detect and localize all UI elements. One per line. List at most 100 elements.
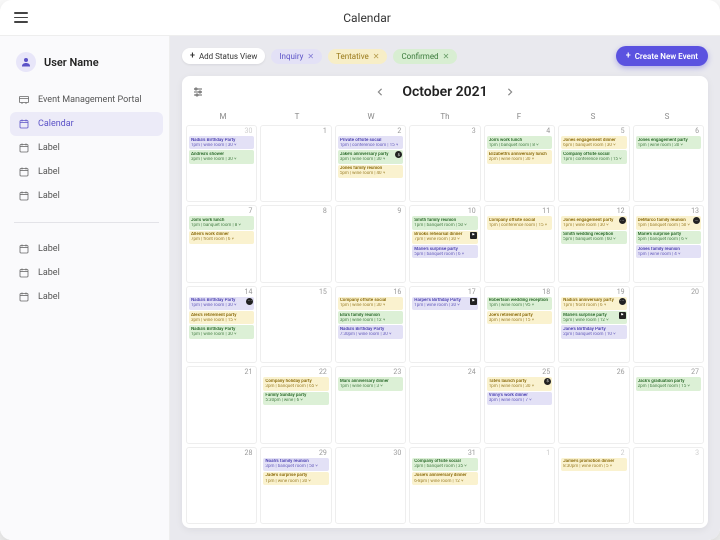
event-confirmed[interactable]: Jon's work lunch1pm | banquet room | 8 ⑂ [189, 216, 254, 229]
event-confirmed[interactable]: Marie's surprise party5pm | wine room | … [561, 311, 626, 324]
calendar-cell[interactable]: 16Company offsite social1pm | wine room … [335, 286, 406, 363]
calendar-cell[interactable]: 17Harper's Birthday Party1pm | wine room… [409, 286, 480, 363]
event-tentative[interactable]: Tate's launch party1pm | wine room | 30 … [487, 377, 552, 390]
event-tentative[interactable]: DeMarco family reunion1pm | banquet room… [636, 216, 701, 229]
event-confirmed[interactable]: Jones engagement party1pm | wine room | … [636, 136, 701, 149]
calendar-cell[interactable]: 4Jon's work lunch1pm | banquet room | 8 … [484, 125, 555, 202]
event-confirmed[interactable]: Andrea's shower3pm | wine room | 30 ⑂ [189, 150, 254, 163]
calendar-cell[interactable]: 20 [633, 286, 704, 363]
event-confirmed[interactable]: Smith family reunion1pm | banquet room |… [412, 216, 477, 229]
calendar-cell[interactable]: 30Nadia's Birthday Party1pm | wine room … [186, 125, 257, 202]
sidebar-item-label[interactable]: Label [10, 237, 163, 261]
sidebar-item-label[interactable]: Label [10, 285, 163, 309]
event-confirmed[interactable]: Jake's anniversary party3pm | wine room … [338, 150, 403, 163]
prev-month-icon[interactable] [376, 88, 384, 96]
calendar-cell[interactable]: 2Jamie's promotion dinner8:30pm | wine r… [558, 447, 629, 524]
event-inquiry[interactable]: Harper's Birthday Party1pm | wine room |… [412, 297, 477, 310]
calendar-cell[interactable]: 6Jones engagement party1pm | wine room |… [633, 125, 704, 202]
event-confirmed[interactable]: Company offsite social3pm | banquet room… [412, 458, 477, 471]
calendar-cell[interactable]: 23Mai's anniversary dinner1pm | wine roo… [335, 366, 406, 443]
event-confirmed[interactable]: Smith wedding reception5pm | banquet roo… [561, 231, 626, 244]
event-inquiry[interactable]: Jones family reunion1pm | wine room | 4 … [636, 245, 701, 258]
close-icon[interactable]: ✕ [373, 52, 380, 61]
calendar-cell[interactable]: 10Smith family reunion1pm | banquet room… [409, 205, 480, 282]
calendar-cell[interactable]: 15 [260, 286, 331, 363]
event-tentative[interactable]: Alex's retirement party3pm | wine room |… [189, 311, 254, 324]
event-tentative[interactable]: Jones engagement dinner6pm | banquet roo… [561, 136, 626, 149]
event-inquiry[interactable]: Nadia's Birthday Party7:30pm | wine room… [338, 325, 403, 338]
create-event-button[interactable]: + Create New Event [616, 46, 708, 66]
sidebar-item-calendar[interactable]: Calendar [10, 112, 163, 136]
filter-settings-icon[interactable] [192, 86, 204, 98]
event-tentative[interactable]: Company holiday party3pm | banquet room … [263, 377, 328, 390]
event-tentative[interactable]: Jones engagement party1pm | wine room | … [561, 216, 626, 229]
event-inquiry[interactable]: Jane's Birthday Party2pm | banquet room … [561, 325, 626, 338]
calendar-cell[interactable]: 13DeMarco family reunion1pm | banquet ro… [633, 205, 704, 282]
event-inquiry[interactable]: Vinny's work dinner3pm | wine room | 7 ⑂ [487, 392, 552, 405]
calendar-cell[interactable]: 25Tate's launch party1pm | wine room | 3… [484, 366, 555, 443]
event-tentative[interactable]: Company offsite social1pm | wine room | … [338, 297, 403, 310]
event-tentative[interactable]: Nadia's anniversary party1pm | front roo… [561, 297, 626, 310]
calendar-cell[interactable]: 11Company offsite social1pm | conference… [484, 205, 555, 282]
calendar-cell[interactable]: 30 [335, 447, 406, 524]
event-tentative[interactable]: Brooks rehearsal dinner7pm | wine room |… [412, 231, 477, 244]
calendar-cell[interactable]: 2Private offsite social1pm | conference … [335, 125, 406, 202]
calendar-cell[interactable]: 28 [186, 447, 257, 524]
event-tentative[interactable]: Elizabeth's anniversary lunch2pm | wine … [487, 150, 552, 163]
sidebar-item-label[interactable]: Label [10, 136, 163, 160]
calendar-cell[interactable]: 5Jones engagement dinner6pm | banquet ro… [558, 125, 629, 202]
event-inquiry[interactable]: Marie's surprise party5pm | banquet room… [412, 245, 477, 258]
calendar-cell[interactable]: 9 [335, 205, 406, 282]
sidebar-item-label[interactable]: Label [10, 261, 163, 285]
filter-inquiry[interactable]: Inquiry ✕ [271, 49, 322, 64]
user-block[interactable]: User Name [10, 48, 163, 76]
event-confirmed[interactable]: Jack's graduation party2pm | banquet roo… [636, 377, 701, 390]
event-confirmed[interactable]: Jon's work lunch1pm | banquet room | 8 ⑂ [487, 136, 552, 149]
event-confirmed[interactable]: Marie's surprise party5pm | banquet room… [636, 231, 701, 244]
sidebar-item-label[interactable]: Label [10, 184, 163, 208]
filter-confirmed[interactable]: Confirmed ✕ [393, 49, 457, 64]
close-icon[interactable]: ✕ [443, 52, 450, 61]
event-tentative[interactable]: Josie's anniversary dinner6-8pm | wine r… [412, 472, 477, 485]
calendar-cell[interactable]: 18Robertson wedding reception1pm | wine … [484, 286, 555, 363]
calendar-cell[interactable]: 3 [633, 447, 704, 524]
next-month-icon[interactable] [506, 88, 514, 96]
event-tentative[interactable]: Company offsite social1pm | conference r… [487, 216, 552, 229]
event-confirmed[interactable]: Robertson wedding reception1pm | wine ro… [487, 297, 552, 310]
sidebar-item-event-management-portal[interactable]: Event Management Portal [10, 88, 163, 112]
calendar-cell[interactable]: 21 [186, 366, 257, 443]
calendar-cell[interactable]: 24 [409, 366, 480, 443]
event-inquiry[interactable]: Noah's family reunion3pm | banquet room … [263, 458, 328, 471]
event-inquiry[interactable]: Nadia's Birthday Party1pm | wine room | … [189, 136, 254, 149]
calendar-cell[interactable]: 12Jones engagement party1pm | wine room … [558, 205, 629, 282]
calendar-cell[interactable]: 14Nadia's Birthday Party1pm | wine room … [186, 286, 257, 363]
event-confirmed[interactable]: Ella's family reunion3pm | wine room | 1… [338, 311, 403, 324]
calendar-cell[interactable]: 22Company holiday party3pm | banquet roo… [260, 366, 331, 443]
event-inquiry[interactable]: Nadia's Birthday Party1pm | wine room | … [189, 297, 254, 310]
calendar-cell[interactable]: 7Jon's work lunch1pm | banquet room | 8 … [186, 205, 257, 282]
menu-icon[interactable] [14, 12, 28, 23]
event-inquiry[interactable]: Private offsite social1pm | conference r… [338, 136, 403, 149]
event-confirmed[interactable]: Nadia's Birthday Party1pm | wine room | … [189, 325, 254, 338]
add-status-view-button[interactable]: + Add Status View [182, 48, 265, 64]
sidebar-item-label[interactable]: Label [10, 160, 163, 184]
calendar-cell[interactable]: 1 [484, 447, 555, 524]
event-tentative[interactable]: Allen's work dinner7pm | front room | 6 … [189, 231, 254, 244]
calendar-cell[interactable]: 1 [260, 125, 331, 202]
event-confirmed[interactable]: Family Sunday party5:30pm | wine | 6 ⑂ [263, 392, 328, 405]
event-tentative[interactable]: Jamie's promotion dinner8:30pm | wine ro… [561, 458, 626, 471]
filter-tentative[interactable]: Tentative ✕ [328, 49, 387, 64]
calendar-cell[interactable]: 26 [558, 366, 629, 443]
event-tentative[interactable]: Joe's retirement party3pm | wine room | … [487, 311, 552, 324]
calendar-cell[interactable]: 3 [409, 125, 480, 202]
calendar-cell[interactable]: 31Company offsite social3pm | banquet ro… [409, 447, 480, 524]
event-confirmed[interactable]: Mai's anniversary dinner1pm | wine room … [338, 377, 403, 390]
event-tentative[interactable]: Jones family reunion5pm | wine room | 40… [338, 165, 403, 178]
calendar-cell[interactable]: 19Nadia's anniversary party1pm | front r… [558, 286, 629, 363]
event-confirmed[interactable]: Company offsite social1pm | conference r… [561, 150, 626, 163]
calendar-cell[interactable]: 8 [260, 205, 331, 282]
event-tentative[interactable]: Jade's surprise party1pm | wine room | 3… [263, 472, 328, 485]
calendar-cell[interactable]: 27Jack's graduation party2pm | banquet r… [633, 366, 704, 443]
close-icon[interactable]: ✕ [307, 52, 314, 61]
calendar-cell[interactable]: 29Noah's family reunion3pm | banquet roo… [260, 447, 331, 524]
